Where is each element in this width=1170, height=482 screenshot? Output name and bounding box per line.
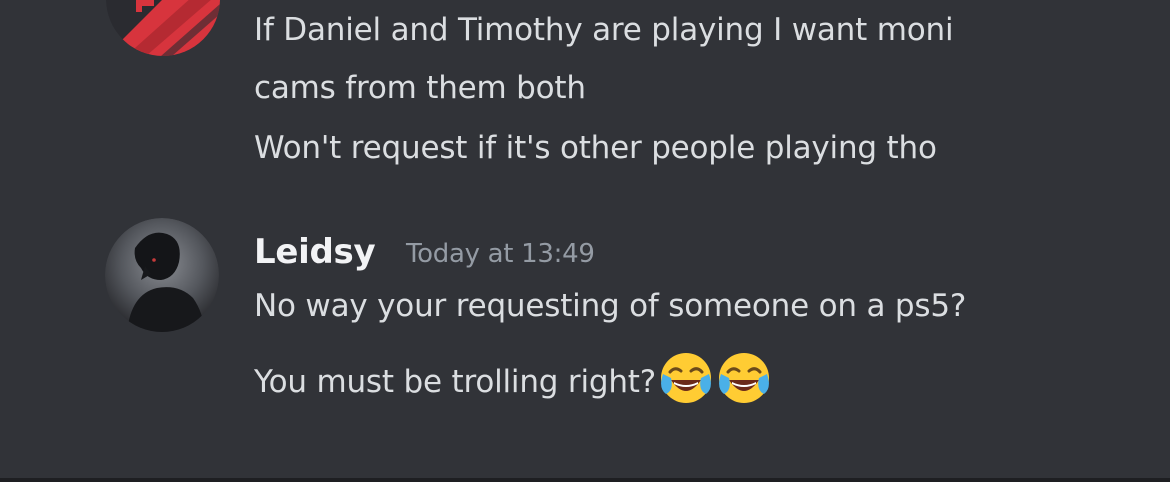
message-text-line: Won't request if it's other people playi… <box>254 130 937 166</box>
message-text: You must be trolling right? <box>254 364 656 400</box>
author-avatar[interactable] <box>105 218 219 332</box>
message-text-line-with-emoji: You must be trolling right? <box>254 350 772 406</box>
user-avatar-icon <box>105 218 219 332</box>
team-logo-avatar-icon <box>106 0 220 56</box>
username[interactable]: Leidsy <box>254 232 376 272</box>
message-text-line: If Daniel and Timothy are playing I want… <box>254 12 954 48</box>
face-with-tears-of-joy-icon <box>716 350 772 406</box>
message-text-line: No way your requesting of someone on a p… <box>254 288 967 324</box>
message-text-line: cams from them both <box>254 70 586 106</box>
message-timestamp: Today at 13:49 <box>406 239 595 269</box>
author-avatar[interactable] <box>106 0 220 56</box>
face-with-tears-of-joy-icon <box>658 350 714 406</box>
bottom-divider <box>0 478 1170 482</box>
